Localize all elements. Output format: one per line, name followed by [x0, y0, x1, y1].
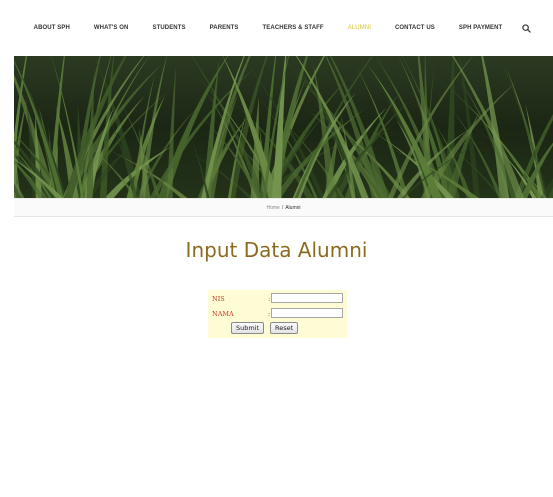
- search-icon[interactable]: [522, 23, 532, 33]
- nama-row: NAMA :: [208, 307, 347, 320]
- nav-item-sph-payment[interactable]: SPH PAYMENT: [459, 25, 502, 31]
- nav-menu: ABOUT SPH WHAT'S ON STUDENTS PARENTS TEA…: [22, 25, 515, 31]
- page-title: Input Data Alumni: [185, 238, 368, 262]
- nav-item-about-sph[interactable]: ABOUT SPH: [34, 25, 70, 31]
- alumni-input-form: NIS : NAMA : Submit Reset: [208, 290, 347, 338]
- nis-row: NIS :: [208, 292, 347, 305]
- reset-button[interactable]: Reset: [270, 322, 299, 334]
- nis-colon: :: [268, 295, 271, 303]
- nama-label: NAMA: [212, 310, 234, 318]
- nav-item-parents[interactable]: PARENTS: [210, 25, 239, 31]
- top-navigation: ABOUT SPH WHAT'S ON STUDENTS PARENTS TEA…: [0, 0, 553, 56]
- grass-image: [14, 56, 553, 198]
- nav-item-whats-on[interactable]: WHAT'S ON: [94, 25, 129, 31]
- submit-button[interactable]: Submit: [231, 322, 265, 334]
- nis-label: NIS: [212, 295, 225, 303]
- nav-item-teachers-staff[interactable]: TEACHERS & STAFF: [263, 25, 324, 31]
- nav-item-students[interactable]: STUDENTS: [152, 25, 185, 31]
- nav-item-alumni[interactable]: ALUMNI: [348, 25, 371, 31]
- hero-banner-grass: [14, 56, 553, 198]
- breadcrumb-separator: /: [281, 204, 284, 211]
- nama-input[interactable]: [271, 308, 343, 318]
- nav-item-contact-us[interactable]: CONTACT US: [395, 25, 435, 31]
- breadcrumb: Home / Alumni: [14, 198, 553, 217]
- breadcrumb-current: Alumni: [285, 204, 301, 211]
- nis-input[interactable]: [271, 293, 343, 303]
- nama-colon: :: [268, 310, 271, 318]
- breadcrumb-home-link[interactable]: Home: [266, 205, 279, 211]
